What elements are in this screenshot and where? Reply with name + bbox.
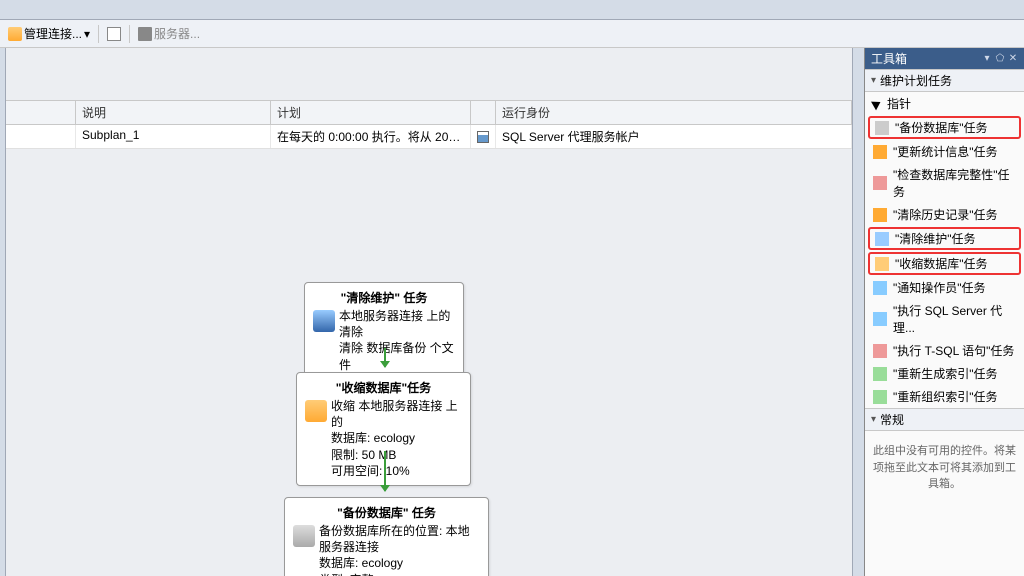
toolbox-item[interactable]: "重新生成索引"任务 [865,362,1024,385]
copy-button[interactable] [103,25,125,43]
shrink-icon [305,400,327,422]
item-label: "清除维护"任务 [895,230,976,247]
task-text: 备份数据库所在的位置: 本地服务器连接 数据库: ecology 类型: 完整 … [319,523,480,576]
task-icon [873,208,887,222]
close-icon[interactable]: ✕ [1008,54,1018,64]
toolbox-item[interactable]: "通知操作员"任务 [865,276,1024,299]
copy-icon [107,27,121,41]
task-backup[interactable]: "备份数据库" 任务 备份数据库所在的位置: 本地服务器连接 数据库: ecol… [284,497,489,576]
task-icon [873,390,887,404]
right-tab-rail[interactable] [852,48,864,576]
db-icon [8,27,22,41]
item-label: "通知操作员"任务 [893,279,986,296]
task-icon [875,121,889,135]
cell-name: Subplan_1 [76,125,271,148]
item-label: "备份数据库"任务 [895,119,988,136]
task-icon [873,367,887,381]
item-label: "重新生成索引"任务 [893,365,998,382]
task-title: "收缩数据库"任务 [305,379,462,396]
col-id: 运行身份 [496,101,852,124]
task-title: "清除维护" 任务 [313,289,455,306]
design-canvas[interactable]: "清除维护" 任务 本地服务器连接 上的清除 清除 数据库备份 个文件 保留时间… [6,149,852,576]
task-icon [873,281,887,295]
col-desc: 说明 [76,101,271,124]
separator [129,25,130,43]
toolbox-item[interactable]: "更新统计信息"任务 [865,140,1024,163]
task-text: 收缩 本地服务器连接 上的 数据库: ecology 限制: 50 MB 可用空… [331,398,462,479]
separator [98,25,99,43]
item-label: "更新统计信息"任务 [893,143,998,160]
arrow [384,348,386,367]
servers-label: 服务器... [154,25,200,42]
task-icon [871,97,883,110]
servers-button[interactable]: 服务器... [134,23,204,44]
arrow [384,451,386,491]
cell-plan: 在每天的 0:00:00 执行。将从 2022/... [271,125,471,148]
item-label: "执行 T-SQL 语句"任务 [893,342,1014,359]
cleanup-icon [313,310,335,332]
task-title: "备份数据库" 任务 [293,504,480,521]
spacer [6,48,852,100]
dropdown-icon: ▾ [84,27,90,41]
task-icon [873,145,887,159]
toolbar: 管理连接... ▾ 服务器... [0,20,1024,48]
manage-label: 管理连接... [24,25,82,42]
toolbox-item[interactable]: "清除维护"任务 [868,227,1021,250]
toolbox-item[interactable]: "执行 T-SQL 语句"任务 [865,339,1024,362]
window-titlebar [0,0,1024,20]
item-label: 指针 [887,95,911,112]
cell-id: SQL Server 代理服务帐户 [496,125,852,148]
dropdown-icon[interactable]: ▾ [982,54,992,64]
task-icon [875,257,889,271]
task-icon [873,344,887,358]
manage-connections-button[interactable]: 管理连接... ▾ [4,23,94,44]
section-general[interactable]: ▾ 常规 [865,408,1024,431]
toolbox-item[interactable]: 指针 [865,92,1024,115]
backup-icon [293,525,315,547]
toolbox-item[interactable]: "检查数据库完整性"任务 [865,163,1024,203]
item-label: "清除历史记录"任务 [893,206,998,223]
grid-header: 说明 计划 运行身份 [6,100,852,125]
server-icon [138,27,152,41]
task-icon [875,232,889,246]
toolbox-item[interactable]: "执行 SQL Server 代理... [865,299,1024,339]
toolbox-empty-msg: 此组中没有可用的控件。将某项拖至此文本可将其添加到工具箱。 [865,431,1024,505]
toolbox-items: 指针 "备份数据库"任务 "更新统计信息"任务 "检查数据库完整性"任务 "清除历史记录… [865,92,1024,408]
col-plan: 计划 [271,101,471,124]
toolbox-panel: 工具箱 ▾ ⬠ ✕ ▾ 维护计划任务 指针 "备份数据库"任务 "更新统计信息"任务… [864,48,1024,576]
table-row[interactable]: Subplan_1 在每天的 0:00:00 执行。将从 2022/... SQ… [6,125,852,149]
chevron-down-icon: ▾ [871,75,876,86]
toolbox-item[interactable]: "收缩数据库"任务 [868,252,1021,275]
task-icon [873,312,887,326]
chevron-down-icon: ▾ [871,414,876,425]
item-label: "检查数据库完整性"任务 [893,166,1016,200]
pin-icon[interactable]: ⬠ [995,54,1005,64]
schedule-button[interactable] [471,125,496,148]
toolbox-item[interactable]: "备份数据库"任务 [868,116,1021,139]
task-icon [873,176,887,190]
toolbox-title: 工具箱 ▾ ⬠ ✕ [865,48,1024,69]
toolbox-item[interactable]: "重新组织索引"任务 [865,385,1024,408]
item-label: "重新组织索引"任务 [893,388,998,405]
toolbox-item[interactable]: "清除历史记录"任务 [865,203,1024,226]
item-label: "执行 SQL Server 代理... [893,302,1016,336]
calendar-icon [477,131,489,143]
item-label: "收缩数据库"任务 [895,255,988,272]
section-maintenance[interactable]: ▾ 维护计划任务 [865,69,1024,92]
